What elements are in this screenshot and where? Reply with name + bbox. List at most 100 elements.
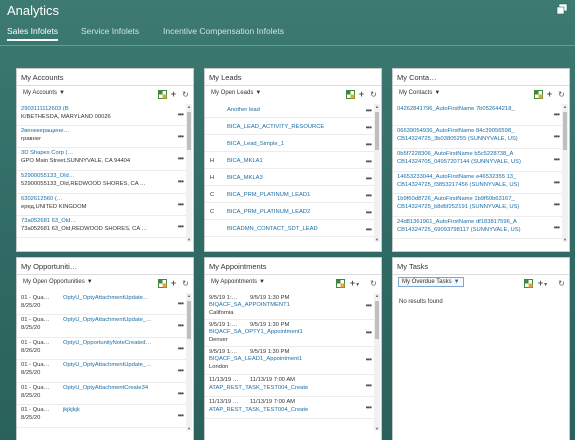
lead-name[interactable]: BICA_MKLA3 xyxy=(227,175,263,181)
more-actions-icon[interactable]: ••• xyxy=(554,178,560,187)
list-item[interactable]: 6302612560 (… еред,UNITED KINGDOM ••• xyxy=(17,194,189,216)
list-item[interactable]: H BICA_MKLA3 ••• xyxy=(205,172,377,186)
accounts-filter-dropdown[interactable]: My Accounts ▼ xyxy=(23,90,65,96)
list-item[interactable]: 01 - Qua… 8/25/20 OptyU_OptyAttachmentUpda… xyxy=(17,293,189,315)
more-actions-icon[interactable]: ••• xyxy=(178,366,184,375)
appointment-name[interactable]: ATAP_REST_TASK_TEST004_Create xyxy=(209,385,308,391)
more-actions-icon[interactable]: ••• xyxy=(366,328,372,337)
list-item[interactable]: BICA_Lead_Simple_1 ••• xyxy=(205,138,377,152)
more-actions-icon[interactable]: ••• xyxy=(366,301,372,310)
list-item[interactable]: 9/5/19 1:… 9/5/19 1:30 PM BIQACF_SA_APPOIN… xyxy=(205,293,377,320)
refresh-icon[interactable]: ↻ xyxy=(557,279,566,288)
list-item[interactable]: 01 - Qua… 8/25/20 OptyU_OptyAttachmentCrea… xyxy=(17,383,189,405)
account-name[interactable]: 52900055133_Old… xyxy=(21,173,75,179)
more-actions-icon[interactable]: ••• xyxy=(366,123,372,132)
tab-incentive-compensation-infolets[interactable]: Incentive Compensation Infolets xyxy=(163,26,284,36)
account-name[interactable]: 6302612560 (… xyxy=(21,196,63,202)
appointment-name[interactable]: BIQACF_SA_OPTY1_Appointment1 xyxy=(209,329,303,335)
list-item[interactable]: 2венекеращене… гравнег ••• xyxy=(17,126,189,148)
list-item[interactable]: 52900055133_Old… 52900055133_Old,REDWOOD … xyxy=(17,171,189,194)
card-title[interactable]: My Tasks xyxy=(397,262,428,271)
more-actions-icon[interactable]: ••• xyxy=(366,403,372,412)
excel-export-icon[interactable] xyxy=(158,90,167,99)
add-icon[interactable]: + xyxy=(169,90,178,99)
more-actions-icon[interactable]: ••• xyxy=(366,140,372,149)
list-item[interactable]: BICADMN_CONTACT_SDT_LEAD ••• xyxy=(205,223,377,237)
list-item[interactable]: 2903111112603 (B K/BETHESDA, MARYLAND 000… xyxy=(17,104,189,126)
lead-name[interactable]: Another lead xyxy=(227,107,260,113)
excel-export-icon[interactable] xyxy=(158,279,167,288)
contact-name[interactable]: 04262841796_AutoFirstName 7b052644218_ xyxy=(397,106,537,112)
opportunities-filter-dropdown[interactable]: My Open Opportunities ▼ xyxy=(23,279,93,285)
list-item[interactable]: 04262841796_AutoFirstName 7b052644218_ ••… xyxy=(393,104,565,126)
appointment-name[interactable]: ATAP_REST_TASK_TEST004_Create xyxy=(209,407,308,413)
refresh-icon[interactable]: ↻ xyxy=(181,279,190,288)
card-title[interactable]: My Accounts xyxy=(21,73,64,82)
add-icon[interactable]: + xyxy=(545,90,554,99)
more-actions-icon[interactable]: ••• xyxy=(178,344,184,353)
scroll-down-icon[interactable]: ▼ xyxy=(374,426,380,431)
list-item[interactable]: 9/5/19 1:… 9/5/19 1:30 PM BIQACF_SA_LEAD1_… xyxy=(205,347,377,375)
lead-name[interactable]: BICA_MKLA1 xyxy=(227,158,263,164)
contact-name[interactable]: 0b5f7228306_AutoFirstName b5c5228738_A xyxy=(397,151,537,157)
lead-name[interactable]: BICA_Lead_Simple_1 xyxy=(227,141,284,147)
card-title[interactable]: My Conta… xyxy=(397,73,437,82)
appointments-filter-dropdown[interactable]: My Appointments ▼ xyxy=(211,279,265,285)
refresh-icon[interactable]: ↻ xyxy=(369,279,378,288)
list-item[interactable]: Another lead ••• xyxy=(205,104,377,118)
card-title[interactable]: My Leads xyxy=(209,73,242,82)
list-item[interactable]: 73a052681 63_Old… 73a052681 63_Old,REDWOO… xyxy=(17,216,189,238)
more-actions-icon[interactable]: ••• xyxy=(178,299,184,308)
scroll-down-icon[interactable]: ▼ xyxy=(374,237,380,242)
more-actions-icon[interactable]: ••• xyxy=(366,208,372,217)
list-item[interactable]: BICA_LEAD_ACTIVITY_RESOURCE ••• xyxy=(205,121,377,135)
list-item[interactable]: H BICA_MKLA1 ••• xyxy=(205,155,377,169)
list-item[interactable]: 0b5f7228306_AutoFirstName b5c5228738_A CB… xyxy=(393,149,565,172)
list-item[interactable]: 11/13/19 … 11/13/19 7:00 AM ATAP_REST_TASK… xyxy=(205,375,377,397)
opportunities-scrollbar[interactable]: ▲ ▼ xyxy=(186,293,192,431)
tab-service-infolets[interactable]: Service Infolets xyxy=(81,26,139,36)
more-actions-icon[interactable]: ••• xyxy=(366,355,372,364)
more-actions-icon[interactable]: ••• xyxy=(366,106,372,115)
opportunity-name[interactable]: OptyU_OptyAttachmentUpdate_… xyxy=(63,317,155,323)
list-item[interactable]: 01 - Qua… 8/25/20 OptyU_OptyAttachmentUpda… xyxy=(17,360,189,383)
appointment-name[interactable]: BIQACF_SA_LEAD1_Appointment1 xyxy=(209,356,302,362)
excel-export-icon[interactable] xyxy=(534,90,543,99)
scroll-thumb[interactable] xyxy=(375,301,379,339)
more-actions-icon[interactable]: ••• xyxy=(178,110,184,119)
appointments-scrollbar[interactable]: ▲ ▼ xyxy=(374,293,380,431)
scroll-down-icon[interactable]: ▼ xyxy=(562,237,568,242)
appointment-name[interactable]: BIQACF_SA_APPOINTMENT1 xyxy=(209,302,290,308)
account-name[interactable]: 2903111112603 (B xyxy=(21,106,69,112)
excel-export-icon[interactable] xyxy=(524,279,533,288)
add-icon[interactable]: + xyxy=(357,90,366,99)
account-name[interactable]: 3D Shapes Corp (… xyxy=(21,150,73,156)
scroll-up-icon[interactable]: ▲ xyxy=(374,104,380,109)
opportunity-name[interactable]: OptyU_OpportunityNoteCreated… xyxy=(63,340,155,346)
lead-name[interactable]: BICA_LEAD_ACTIVITY_RESOURCE xyxy=(227,124,324,130)
list-item[interactable]: C BICA_PRM_PLATINUM_LEAD1 ••• xyxy=(205,189,377,203)
list-item[interactable]: 01 - Qua… 8/26/20 OptyU_OpportunityNoteCre… xyxy=(17,338,189,360)
more-actions-icon[interactable]: ••• xyxy=(554,110,560,119)
contact-name[interactable]: 24d81361961_AutoFirstName df183817596_A xyxy=(397,219,537,225)
list-item[interactable]: 1b9f60d8726_AutoFirstName 1b9f60b63167_ C… xyxy=(393,194,565,217)
refresh-icon[interactable]: ↻ xyxy=(181,90,190,99)
more-actions-icon[interactable]: ••• xyxy=(178,222,184,231)
more-actions-icon[interactable]: ••• xyxy=(178,132,184,141)
more-actions-icon[interactable]: ••• xyxy=(178,411,184,420)
account-name[interactable]: 2венекеращене… xyxy=(21,128,69,134)
more-actions-icon[interactable]: ••• xyxy=(366,174,372,183)
scroll-up-icon[interactable]: ▲ xyxy=(186,293,192,298)
more-actions-icon[interactable]: ••• xyxy=(554,155,560,164)
tab-sales-infolets[interactable]: Sales Infolets xyxy=(7,26,59,41)
excel-export-icon[interactable] xyxy=(346,90,355,99)
add-dropdown-icon[interactable]: +▼ xyxy=(349,279,361,289)
contact-name[interactable]: 06639054936_AutoFirstName 84c39056598_ xyxy=(397,128,537,134)
list-item[interactable]: C BICA_PRM_PLATINUM_LEAD2 ••• xyxy=(205,206,377,220)
opportunity-name[interactable]: OptyU_OptyAttachmentUpdate_… xyxy=(63,362,155,368)
more-actions-icon[interactable]: ••• xyxy=(366,191,372,200)
list-item[interactable]: 06639054936_AutoFirstName 84c39056598_ CB… xyxy=(393,126,565,149)
scroll-thumb[interactable] xyxy=(187,301,191,339)
refresh-icon[interactable]: ↻ xyxy=(557,90,566,99)
opportunity-name[interactable]: OptyU_OptyAttachmentUpdate… xyxy=(63,295,155,301)
